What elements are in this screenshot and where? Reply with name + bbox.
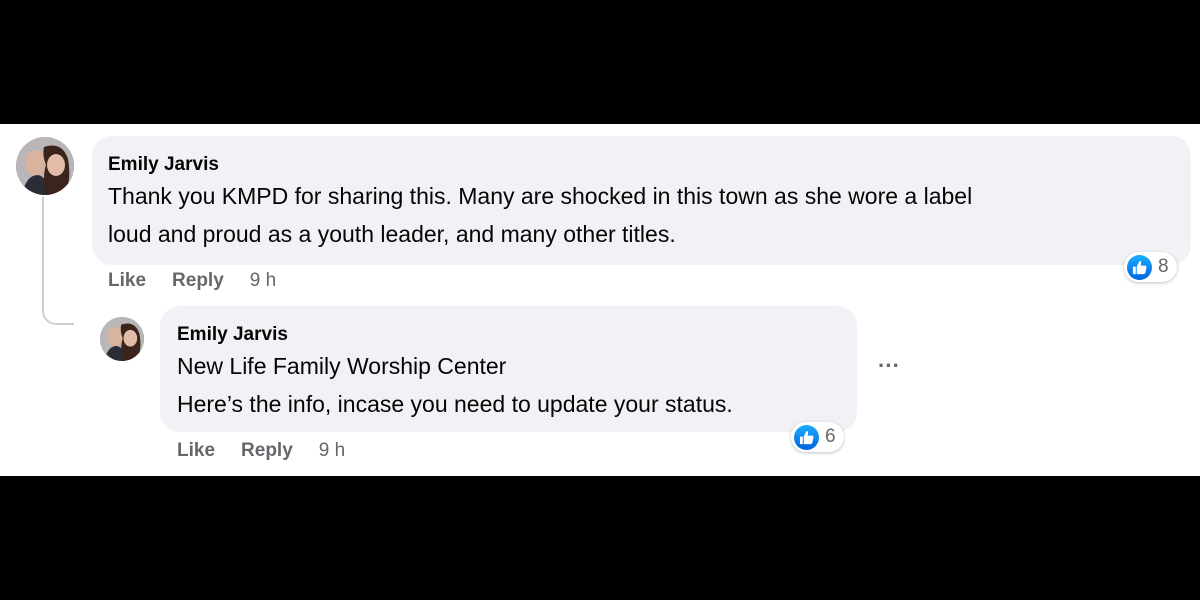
comment-timestamp[interactable]: 9 h bbox=[250, 270, 276, 292]
reaction-summary[interactable]: 8 bbox=[1124, 252, 1177, 282]
comment-text-line-2: loud and proud as a youth leader, and ma… bbox=[108, 221, 676, 247]
comment-thread: Emily Jarvis Thank you KMPD for sharing … bbox=[0, 124, 1200, 476]
reply-button[interactable]: Reply bbox=[241, 440, 293, 462]
avatar[interactable] bbox=[16, 137, 74, 195]
like-button[interactable]: Like bbox=[177, 440, 215, 462]
like-button[interactable]: Like bbox=[108, 270, 146, 292]
avatar[interactable] bbox=[100, 317, 144, 361]
reply-actions: Like Reply 9 h bbox=[177, 440, 345, 462]
like-icon bbox=[1127, 254, 1152, 280]
profile-photo-icon bbox=[100, 317, 144, 361]
comment-actions: Like Reply 9 h bbox=[108, 270, 276, 292]
like-icon bbox=[794, 424, 819, 450]
reaction-summary[interactable]: 6 bbox=[791, 422, 844, 452]
comment-text-line-1: Thank you KMPD for sharing this. Many ar… bbox=[108, 183, 973, 209]
reaction-count: 8 bbox=[1158, 256, 1169, 277]
reply-text-line-2: Here’s the info, incase you need to upda… bbox=[177, 391, 733, 417]
reply-text-line-1[interactable]: New Life Family Worship Center bbox=[177, 347, 506, 385]
profile-photo-icon bbox=[16, 137, 74, 195]
reply-timestamp[interactable]: 9 h bbox=[319, 440, 345, 462]
comment-author[interactable]: Emily Jarvis bbox=[108, 154, 219, 176]
reply-author[interactable]: Emily Jarvis bbox=[177, 324, 288, 346]
reply-button[interactable]: Reply bbox=[172, 270, 224, 292]
more-options-button[interactable]: ··· bbox=[878, 353, 900, 379]
reaction-count: 6 bbox=[825, 426, 836, 447]
reply-thread-connector bbox=[42, 197, 74, 325]
